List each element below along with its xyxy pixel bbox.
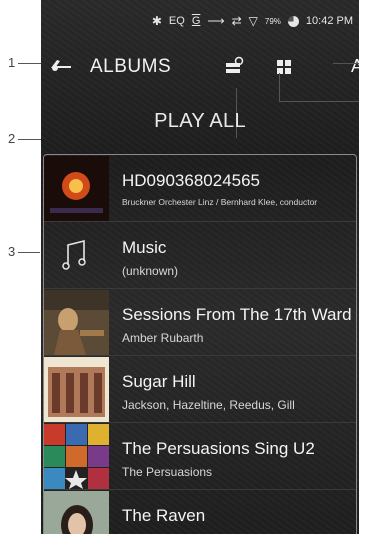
back-icon[interactable] [49,56,73,74]
callout-line-3 [18,252,40,253]
album-row[interactable]: Sessions From The 17th Ward Amber Rubart… [44,289,356,355]
callout-line-c [279,101,359,102]
album-artist: Bruckner Orchester Linz / Bernhard Klee,… [122,197,318,207]
music-note-icon [62,239,86,270]
album-title: The Raven [122,506,206,525]
play-all-button[interactable]: PLAY ALL [41,110,359,133]
bluetooth-icon: ✱ [151,14,162,28]
repeat-icon: ⇄ [231,14,242,28]
album-title: Music [122,238,167,257]
player-screen: ✱ EQ G ⟶ ⇄ ▽ 79% 10:42 PM ALBUMS Al [41,0,359,534]
grid-view-icon[interactable] [271,54,297,80]
battery-level: 79% [264,16,281,26]
callout-line-a [333,63,359,64]
gapless-indicator: G [191,15,201,27]
album-row[interactable]: Sugar Hill Jackson, Hazeltine, Reedus, G… [44,356,356,422]
page-title: ALBUMS [90,56,172,77]
usb-icon: ⟶ [207,14,225,28]
wifi-icon: ▽ [248,14,258,28]
battery-icon [287,15,299,27]
album-cover [44,156,109,221]
album-row[interactable]: HD090368024565 Bruckner Orchester Linz /… [44,155,356,221]
eq-indicator: EQ [168,15,185,27]
sort-button[interactable]: Al [351,56,359,77]
callout-3: 3 [8,244,16,259]
callout-2: 2 [8,131,16,146]
callout-line-b [279,73,280,101]
album-cover [44,424,109,489]
view-mode-icon[interactable] [221,54,247,80]
album-row[interactable]: Music (unknown) [44,222,356,288]
callout-1: 1 [8,55,16,70]
album-title: Sugar Hill [122,372,196,391]
album-row[interactable]: The Persuasions Sing U2 The Persuasions [44,423,356,489]
status-bar: ✱ EQ G ⟶ ⇄ ▽ 79% 10:42 PM [152,8,353,34]
album-artist: Jackson, Hazeltine, Reedus, Gill [122,398,295,412]
clock: 10:42 PM [305,15,353,27]
header: ALBUMS Al [41,46,359,86]
album-row[interactable]: The Raven [44,490,356,534]
album-cover [44,290,109,355]
album-artist: (unknown) [122,264,179,278]
album-title: The Persuasions Sing U2 [122,439,315,458]
album-title: HD090368024565 [122,171,261,190]
album-list: HD090368024565 Bruckner Orchester Linz /… [43,154,357,534]
album-cover [44,357,109,422]
album-cover [44,491,109,534]
album-artist: Amber Rubarth [122,331,204,345]
album-artist: The Persuasions [122,465,213,479]
album-title: Sessions From The 17th Ward [122,305,352,324]
